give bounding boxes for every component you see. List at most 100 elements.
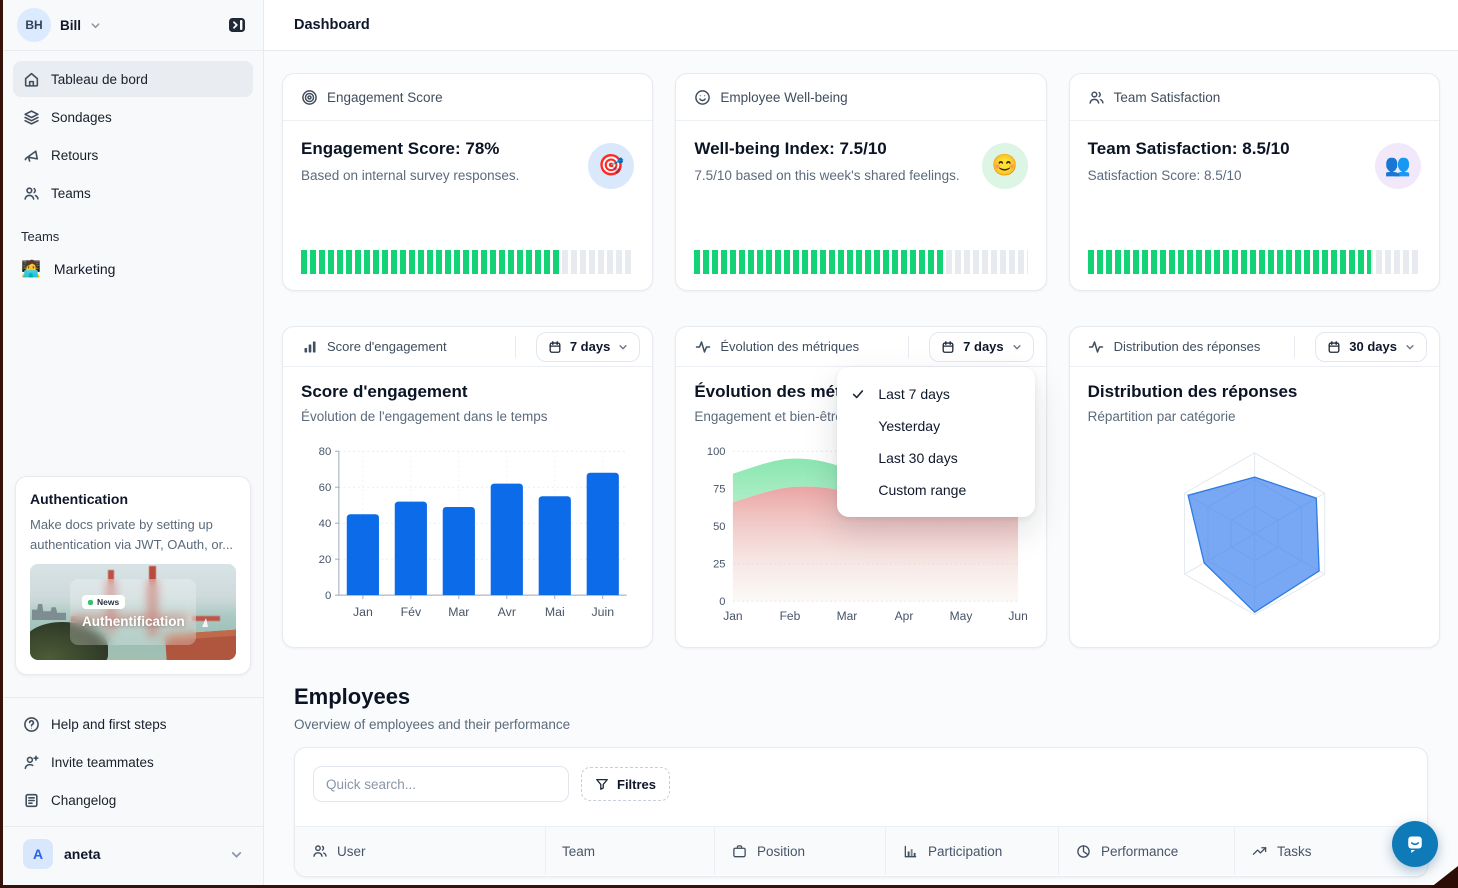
workspace-name: aneta (64, 846, 101, 862)
date-range-label: 7 days (963, 339, 1003, 354)
chevron-down-icon (90, 20, 101, 31)
stat-card-body: Engagement Score: 78% Based on internal … (283, 121, 652, 290)
technologist-emoji-icon: 🧑‍💻 (21, 259, 41, 279)
date-range-label: 7 days (570, 339, 610, 354)
stat-card-header-label: Team Satisfaction (1114, 90, 1221, 105)
progress-bar (694, 250, 1027, 274)
chat-launcher-button[interactable] (1392, 821, 1438, 867)
teams-section-label: Teams (3, 213, 263, 252)
content-scroll-area[interactable]: Engagement Score Engagement Score: 78% B… (264, 51, 1458, 885)
workspace-avatar: A (23, 839, 53, 869)
chart-cards-row: Score d'engagement 7 days Score d'engage… (282, 326, 1440, 648)
search-input[interactable] (313, 766, 569, 802)
workspace-switcher[interactable]: BH Bill (3, 0, 263, 50)
stat-card-body: Team Satisfaction: 8.5/10 Satisfaction S… (1070, 121, 1439, 290)
sidebar-item-surveys[interactable]: Sondages (13, 99, 253, 135)
chevron-down-icon (230, 848, 243, 861)
column-header-participation[interactable]: Participation (885, 827, 1058, 875)
stat-card-header: Team Satisfaction (1070, 74, 1439, 121)
promo-overlay-card: News Authentification (70, 579, 196, 645)
sidebar-item-invite[interactable]: Invite teammates (13, 744, 253, 780)
svg-text:Juin: Juin (591, 605, 614, 619)
stat-card-header-label: Employee Well-being (720, 90, 847, 105)
stat-cards-row: Engagement Score Engagement Score: 78% B… (282, 73, 1440, 291)
chart-card-header-label: Distribution des réponses (1114, 339, 1261, 354)
trending-up-icon (1251, 844, 1268, 859)
activity-icon (1088, 339, 1105, 355)
promo-body: Make docs private by setting up authenti… (30, 515, 236, 554)
menu-item-custom-range[interactable]: Custom range (837, 474, 1035, 506)
sidebar-footer: Help and first steps Invite teammates Ch… (3, 687, 263, 820)
filters-button[interactable]: Filtres (581, 767, 670, 801)
column-header-user[interactable]: User (295, 827, 545, 875)
svg-text:Jan: Jan (353, 605, 373, 619)
svg-text:Mar: Mar (837, 609, 858, 623)
desktop-background: BH Bill Tableau de bord (0, 0, 1458, 888)
date-range-button[interactable]: 7 days (929, 332, 1033, 362)
activity-icon (694, 339, 711, 355)
users-icon (1088, 89, 1105, 106)
menu-item-last-7-days[interactable]: Last 7 days (837, 378, 1035, 410)
chart-card-body: Distribution des réponses Répartition pa… (1070, 367, 1439, 647)
sidebar-item-team-marketing[interactable]: 🧑‍💻 Marketing (3, 252, 263, 286)
bar-chart-icon (301, 339, 318, 355)
workspace-row-aneta[interactable]: A aneta (13, 833, 253, 875)
smiley-icon (694, 89, 711, 106)
chart-card-metrics-evolution: Évolution des métriques 7 days Évolution… (675, 326, 1046, 648)
svg-text:0: 0 (720, 596, 726, 608)
chart-title: Score d'engagement (301, 382, 634, 402)
column-header-label: Participation (928, 844, 1002, 859)
chart-card-engagement-score: Score d'engagement 7 days Score d'engage… (282, 326, 653, 648)
svg-text:100: 100 (707, 446, 726, 458)
promo-image-caption: Authentification (82, 614, 185, 629)
user-plus-icon (23, 754, 40, 771)
sidebar-item-dashboard[interactable]: Tableau de bord (13, 61, 253, 97)
chevron-down-icon (618, 342, 628, 352)
column-header-label: User (337, 844, 366, 859)
sidebar-item-label: Tableau de bord (51, 72, 148, 87)
stat-card-satisfaction: Team Satisfaction Team Satisfaction: 8.5… (1069, 73, 1440, 291)
desktop-corner (1430, 866, 1458, 888)
users-icon (311, 843, 328, 859)
sidebar-item-feedback[interactable]: Retours (13, 137, 253, 173)
svg-text:60: 60 (319, 482, 332, 494)
svg-text:25: 25 (713, 558, 725, 570)
svg-text:Jan: Jan (724, 609, 743, 623)
filters-button-label: Filtres (617, 777, 656, 792)
employees-section-header: Employees Overview of employees and thei… (294, 684, 1428, 732)
stat-card-wellbeing: Employee Well-being Well-being Index: 7.… (675, 73, 1046, 291)
date-range-button[interactable]: 7 days (536, 332, 640, 362)
menu-item-yesterday[interactable]: Yesterday (837, 410, 1035, 442)
progress-bar (1088, 250, 1421, 274)
stat-card-header-label: Engagement Score (327, 90, 443, 105)
employees-table-card: Filtres User Team (294, 747, 1428, 877)
column-header-performance[interactable]: Performance (1058, 827, 1234, 875)
radar-chart (1088, 430, 1421, 641)
menu-item-last-30-days[interactable]: Last 30 days (837, 442, 1035, 474)
svg-text:Feb: Feb (780, 609, 801, 623)
date-range-button[interactable]: 30 days (1315, 332, 1427, 362)
busts-emoji-icon: 👥 (1375, 143, 1421, 189)
sidebar-item-changelog[interactable]: Changelog (13, 782, 253, 818)
promo-card-authentication[interactable]: Authentication Make docs private by sett… (15, 476, 251, 675)
smile-emoji-icon: 😊 (982, 143, 1028, 189)
stat-card-body: Well-being Index: 7.5/10 7.5/10 based on… (676, 121, 1045, 290)
sidebar-item-help[interactable]: Help and first steps (13, 706, 253, 742)
svg-text:Apr: Apr (895, 609, 914, 623)
svg-text:Mar: Mar (448, 605, 469, 619)
date-range-label: 30 days (1349, 339, 1397, 354)
chart-card-header: Distribution des réponses 30 days (1070, 327, 1439, 367)
sidebar-item-label: Teams (51, 186, 91, 201)
svg-text:50: 50 (713, 521, 725, 533)
stat-subtitle: 7.5/10 based on this week's shared feeli… (694, 168, 1027, 183)
sidebar-item-teams[interactable]: Teams (13, 175, 253, 211)
svg-text:20: 20 (319, 554, 332, 566)
svg-text:Fév: Fév (401, 605, 422, 619)
column-header-position[interactable]: Position (714, 827, 885, 875)
sidebar-collapse-button[interactable] (223, 11, 251, 39)
chart-card-header: Évolution des métriques 7 days (676, 327, 1045, 367)
column-header-team[interactable]: Team (545, 827, 714, 875)
column-header-label: Tasks (1277, 844, 1312, 859)
briefcase-icon (731, 844, 748, 859)
promo-image-skyline (32, 604, 66, 620)
